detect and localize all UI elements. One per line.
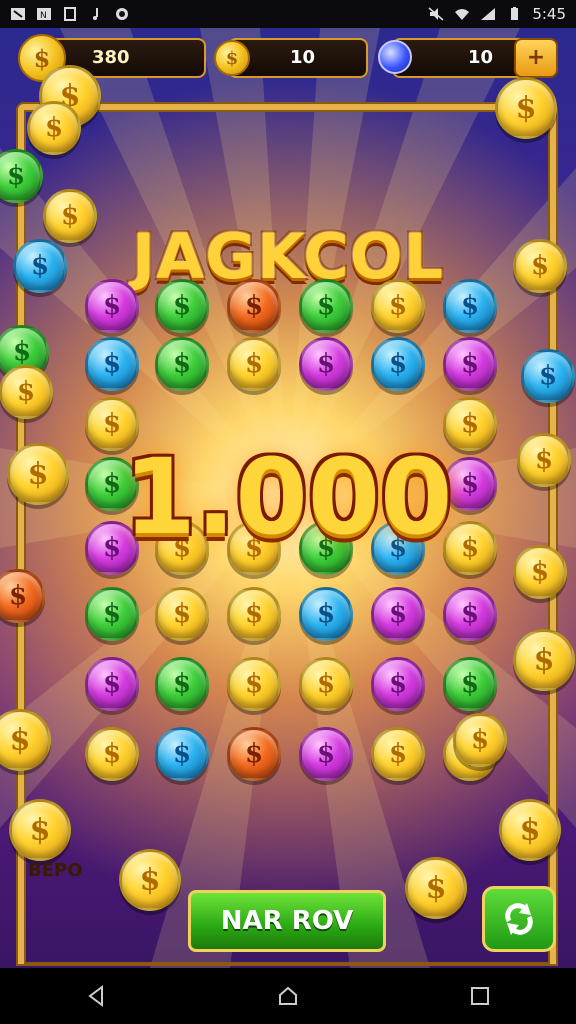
recents-button[interactable] [460, 976, 500, 1016]
gem-icon [378, 40, 412, 74]
gold-coin: $ [513, 239, 567, 293]
green-coin[interactable]: $ [155, 337, 209, 391]
blue-coin[interactable]: $ [155, 727, 209, 781]
gems-value: 10 [468, 47, 494, 68]
gold-coin: $ [119, 849, 181, 911]
gold-coin[interactable]: $ [299, 657, 353, 711]
notification-icon [11, 8, 25, 20]
blue-coin[interactable]: $ [85, 337, 139, 391]
sync-icon [116, 8, 128, 20]
clock: 5:45 [532, 5, 566, 23]
gold-coin: $ [453, 713, 507, 767]
blue-coin[interactable]: $ [371, 337, 425, 391]
gold-value: 10 [290, 47, 316, 68]
refresh-icon [505, 903, 533, 935]
wifi-icon [455, 9, 470, 20]
green-coin[interactable]: $ [85, 587, 139, 641]
purple-coin[interactable]: $ [85, 657, 139, 711]
blue-coin[interactable]: $ [443, 279, 497, 333]
gems-counter: 10 [392, 38, 528, 78]
signal-icon [481, 8, 496, 20]
add-currency-button[interactable]: + [514, 38, 558, 78]
status-bar: N 5:45 [0, 0, 576, 28]
side-label: BEPO [28, 860, 83, 881]
play-button[interactable]: NAR ROV [188, 890, 386, 952]
blue-coin[interactable]: $ [299, 587, 353, 641]
gold-coin[interactable]: $ [227, 587, 281, 641]
gold-coin[interactable]: $ [227, 337, 281, 391]
green-coin[interactable]: $ [443, 657, 497, 711]
music-icon [93, 8, 98, 20]
gold-coin[interactable]: $ [371, 727, 425, 781]
gold-coin: $ [513, 545, 567, 599]
recents-icon [471, 987, 489, 1005]
purple-coin[interactable]: $ [85, 279, 139, 333]
coin-icon: $ [214, 40, 250, 76]
green-coin[interactable]: $ [299, 279, 353, 333]
orange-coin[interactable]: $ [227, 279, 281, 333]
status-left: N [10, 7, 130, 21]
gold-coin: $ [405, 857, 467, 919]
gold-coin: $ [9, 799, 71, 861]
jackpot-amount: 1.000 [123, 436, 453, 558]
gold-coin: $ [27, 101, 81, 155]
mute-icon [428, 7, 444, 21]
notification-icon [64, 7, 76, 21]
notification-icon: N [37, 8, 51, 21]
gold-coin: $ [517, 433, 571, 487]
purple-coin[interactable]: $ [371, 657, 425, 711]
purple-coin[interactable]: $ [371, 587, 425, 641]
purple-coin[interactable]: $ [299, 337, 353, 391]
back-icon [88, 985, 103, 1007]
blue-coin: $ [13, 239, 67, 293]
gold-coin[interactable]: $ [155, 587, 209, 641]
svg-text:N: N [40, 11, 47, 21]
purple-coin[interactable]: $ [443, 337, 497, 391]
gold-coin: $ [495, 77, 557, 139]
gold-coin: $ [499, 799, 561, 861]
home-icon [279, 986, 297, 1005]
coins-value: 380 [92, 47, 130, 68]
gold-coin[interactable]: $ [227, 657, 281, 711]
back-button[interactable] [76, 976, 116, 1016]
gold-coin: $ [7, 443, 69, 505]
system-nav-bar [0, 968, 576, 1024]
green-coin[interactable]: $ [155, 279, 209, 333]
gold-coin: $ [43, 189, 97, 243]
green-coin[interactable]: $ [155, 657, 209, 711]
purple-coin[interactable]: $ [443, 587, 497, 641]
battery-icon [511, 7, 519, 20]
refresh-button[interactable] [482, 886, 556, 952]
gold-coin: $ [0, 365, 53, 419]
blue-coin: $ [521, 349, 575, 403]
orange-coin[interactable]: $ [227, 727, 281, 781]
gold-coin[interactable]: $ [371, 279, 425, 333]
home-button[interactable] [268, 976, 308, 1016]
game-screen[interactable]: 380 $ 10 $ 10 + JAGKCOL $ $ $ $ $ $ $ $ $ $ $ $ $ $ $ $… [0, 28, 576, 968]
gold-coin[interactable]: $ [85, 727, 139, 781]
gold-coin: $ [513, 629, 575, 691]
status-right: 5:45 [428, 5, 566, 23]
purple-coin[interactable]: $ [299, 727, 353, 781]
